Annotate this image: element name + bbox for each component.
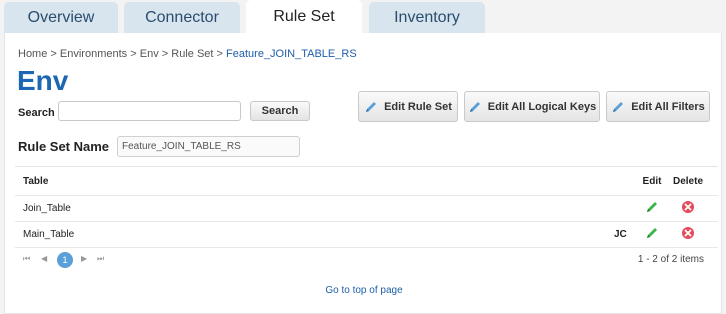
grid-header: Table Edit Delete: [15, 167, 718, 196]
edit-filters-button[interactable]: Edit All Filters: [606, 91, 710, 122]
delete-icon: [681, 200, 695, 217]
pencil-icon: [364, 100, 378, 114]
page-number-button[interactable]: 1: [57, 252, 73, 268]
edit-rule-set-label: Edit Rule Set: [384, 100, 452, 113]
breadcrumb-separator: >: [216, 48, 223, 60]
owner-cell: JC: [614, 229, 627, 240]
pagination: ⏮ ◀ 1 ▶ ⏭ 1 - 2 of 2 items: [15, 248, 718, 272]
rule-set-name-label: Rule Set Name: [18, 139, 110, 154]
pencil-icon: [645, 226, 659, 243]
tab-inventory[interactable]: Inventory: [369, 2, 485, 34]
search-button[interactable]: Search: [250, 101, 310, 121]
tables-grid: Table Edit Delete Join_Table Main_Table …: [15, 166, 718, 272]
edit-logical-keys-label: Edit All Logical Keys: [487, 100, 597, 113]
first-page-icon[interactable]: ⏮: [23, 254, 30, 264]
breadcrumb-separator: >: [161, 48, 169, 60]
main-panel: Home > Environments > Env > Rule Set > F…: [4, 33, 722, 314]
page-title: Env: [17, 65, 69, 96]
breadcrumb-separator: >: [130, 48, 137, 60]
last-page-icon[interactable]: ⏭: [97, 254, 104, 264]
tab-overview[interactable]: Overview: [4, 2, 118, 34]
table-row: Main_Table JC: [15, 222, 718, 248]
delete-icon: [681, 226, 695, 243]
search-input[interactable]: [58, 101, 241, 121]
edit-logical-keys-button[interactable]: Edit All Logical Keys: [464, 91, 600, 122]
table-name-cell: Join_Table: [23, 203, 71, 214]
column-header-edit: Edit: [642, 175, 662, 187]
next-page-icon[interactable]: ▶: [81, 254, 87, 263]
go-to-top-link[interactable]: Go to top of page: [5, 285, 723, 296]
search-label: Search: [18, 107, 55, 119]
breadcrumb-env[interactable]: Env: [140, 48, 159, 60]
pagination-info: 1 - 2 of 2 items: [637, 254, 704, 265]
column-header-delete: Delete: [673, 175, 704, 187]
edit-row-button[interactable]: [641, 196, 663, 221]
delete-row-button[interactable]: [673, 222, 703, 247]
rule-set-name-field[interactable]: [117, 136, 300, 157]
pencil-icon: [468, 100, 482, 114]
breadcrumb-home[interactable]: Home: [18, 48, 47, 60]
breadcrumb-rule-set[interactable]: Rule Set: [171, 48, 213, 60]
edit-rule-set-button[interactable]: Edit Rule Set: [358, 91, 458, 122]
pencil-icon: [645, 200, 659, 217]
edit-row-button[interactable]: [641, 222, 663, 247]
tab-bar: Overview Connector Rule Set Inventory: [0, 0, 726, 34]
breadcrumb-environments[interactable]: Environments: [60, 48, 127, 60]
breadcrumb-separator: >: [50, 48, 57, 60]
table-name-cell: Main_Table: [23, 229, 75, 240]
tab-rule-set[interactable]: Rule Set: [246, 0, 362, 34]
edit-filters-label: Edit All Filters: [631, 100, 705, 113]
prev-page-icon[interactable]: ◀: [41, 254, 47, 263]
tab-connector[interactable]: Connector: [124, 2, 240, 34]
pencil-icon: [611, 100, 625, 114]
table-row: Join_Table: [15, 196, 718, 222]
breadcrumb: Home > Environments > Env > Rule Set > F…: [18, 48, 357, 60]
column-header-table[interactable]: Table: [23, 167, 48, 195]
breadcrumb-current: Feature_JOIN_TABLE_RS: [226, 48, 357, 60]
delete-row-button[interactable]: [673, 196, 703, 221]
